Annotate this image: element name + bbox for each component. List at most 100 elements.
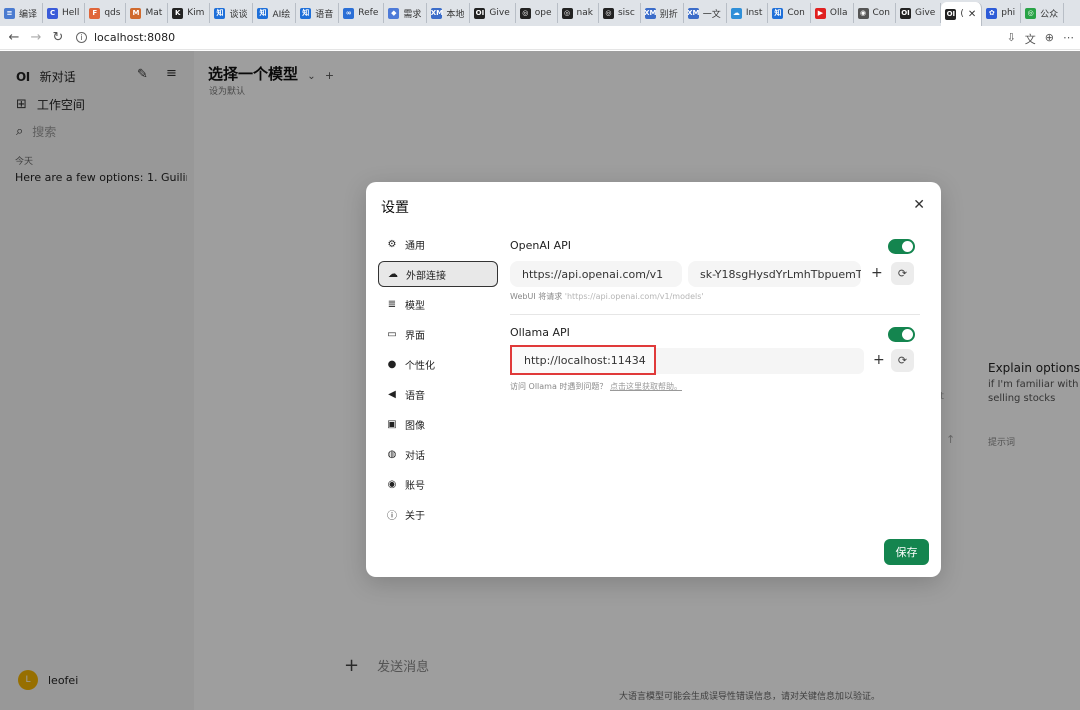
settings-menu-item[interactable]: ☁ 外部连接 (378, 261, 498, 287)
browser-actions: ⇩ 文 ⊕ ⋯ (1007, 31, 1074, 47)
cloud-icon: ☁ (388, 268, 398, 280)
tab-label: 需求 (403, 9, 422, 20)
zoom-icon[interactable]: ⊕ (1045, 31, 1054, 47)
browser-tab[interactable]: 知 Con (768, 3, 811, 23)
tab-favicon-icon: ◎ (561, 7, 573, 19)
settings-menu-item[interactable]: ▭ 界面 (378, 321, 498, 347)
browser-tab[interactable]: ☁ Inst (727, 3, 769, 23)
tab-favicon-icon: 知 (257, 7, 269, 19)
browser-tab[interactable]: XM 一文 (684, 3, 727, 23)
tab-favicon-icon: XM (644, 7, 657, 19)
tab-label: Give (489, 8, 510, 18)
settings-menu-item[interactable]: ▣ 图像 (378, 411, 498, 437)
translate-icon[interactable]: 文 (1025, 31, 1036, 47)
back-icon[interactable]: ← (6, 30, 22, 45)
ollama-base-url-input[interactable]: http://localhost:11434 (510, 345, 656, 375)
browser-tab[interactable]: K Kim (168, 3, 211, 23)
tab-label: 谈谈 (229, 9, 248, 20)
browser-tab[interactable]: ◎ sisc (599, 3, 641, 23)
tab-favicon-icon: C (47, 7, 59, 19)
add-openai-connection-button[interactable]: + (871, 265, 883, 281)
tab-label: Inst (745, 8, 763, 18)
close-tab-icon[interactable]: ✕ (968, 9, 976, 20)
ollama-hint: 访问 Ollama 时遇到问题？ 点击这里获取帮助。 (510, 381, 682, 392)
openai-api-key-input[interactable]: sk-Y18sgHysdYrLmhTbpuemT3 (688, 261, 861, 287)
tab-favicon-icon: 知 (772, 7, 784, 19)
settings-menu-label: 账号 (405, 480, 425, 492)
save-button[interactable]: 保存 (884, 539, 929, 565)
tab-label: Con (787, 8, 805, 18)
settings-menu-item[interactable]: ◍ 对话 (378, 441, 498, 467)
browser-tab[interactable]: ∞ Refe (339, 3, 385, 23)
tab-favicon-icon: OI (474, 7, 486, 19)
tab-label: AI绘 (272, 9, 291, 20)
ollama-toggle[interactable] (888, 327, 915, 342)
browser-tab[interactable]: Fqds (85, 3, 127, 23)
tab-favicon-icon: ◉ (857, 7, 869, 19)
settings-menu-item[interactable]: ⓘ 关于 (378, 501, 498, 527)
browser-tab[interactable]: OI Give (470, 3, 516, 23)
ollama-hint-prefix: 访问 Ollama 时遇到问题？ (510, 382, 608, 391)
settings-menu-label: 界面 (405, 330, 425, 342)
settings-menu-item[interactable]: ◉ 账号 (378, 471, 498, 497)
site-info-icon[interactable]: i (76, 32, 87, 43)
browser-tab[interactable]: ▶ Olla (811, 3, 854, 23)
browser-tab[interactable]: XM 本地 (427, 3, 471, 23)
reload-icon[interactable]: ↻ (50, 30, 66, 45)
extension-icon[interactable]: ⋯ (1063, 31, 1074, 47)
tab-label: 别折 (659, 9, 678, 20)
monitor-icon: ▭ (387, 328, 397, 340)
settings-menu-label: 对话 (405, 450, 425, 462)
gear-icon: ⚙ (387, 238, 397, 250)
tab-label: sisc (617, 8, 635, 18)
openai-base-url-input[interactable]: https://api.openai.com/v1 (510, 261, 682, 287)
settings-menu-item[interactable]: ⚙ 通用 (378, 231, 498, 257)
browser-tab[interactable]: M Mat (126, 3, 169, 23)
forward-icon[interactable]: → (28, 30, 44, 45)
toggle-knob (902, 329, 913, 340)
tab-favicon-icon: ☁ (730, 7, 742, 19)
tab-label: Kim (187, 8, 205, 18)
openai-section-label: OpenAI API (510, 239, 572, 252)
browser-tab[interactable]: ◎ ope (516, 3, 558, 23)
browser-tab[interactable]: XM 别折 (641, 3, 684, 23)
ollama-help-link[interactable]: 点击这里获取帮助。 (610, 382, 682, 391)
browser-tab[interactable]: ✿ phi (982, 3, 1022, 23)
tab-favicon-icon: ✿ (986, 7, 998, 19)
add-ollama-connection-button[interactable]: + (873, 352, 885, 368)
settings-menu-item[interactable]: ◀ 语音 (378, 381, 498, 407)
settings-menu-item[interactable]: ● 个性化 (378, 351, 498, 377)
refresh-icon[interactable]: ⟳ (891, 262, 914, 285)
url-text[interactable]: localhost:8080 (94, 31, 175, 44)
browser-tab[interactable]: ≡ 编译 (0, 3, 44, 23)
toggle-knob (902, 241, 913, 252)
browser-tab[interactable]: OI(✕ (941, 2, 983, 26)
ollama-section-label: Ollama API (510, 326, 570, 339)
tab-label: 编译 (19, 9, 38, 20)
tab-favicon-icon: ◎ (519, 7, 531, 19)
download-icon[interactable]: ⇩ (1007, 31, 1016, 47)
url-field[interactable]: i localhost:8080 (76, 31, 175, 44)
browser-tab[interactable]: ◆ 需求 (384, 3, 428, 23)
tab-label: phi (1001, 8, 1016, 18)
browser-tab[interactable]: ◉ Con (854, 3, 896, 23)
close-icon[interactable]: ✕ (913, 197, 925, 213)
settings-title: 设置 (381, 200, 409, 216)
tab-favicon-icon: M (130, 7, 142, 19)
settings-menu-label: 模型 (405, 300, 425, 312)
openai-toggle[interactable] (888, 239, 915, 254)
browser-tab[interactable]: 知语音 (296, 3, 340, 23)
tab-favicon-icon: ◎ (602, 7, 614, 19)
browser-tab[interactable]: C Hell (43, 3, 86, 23)
browser-tab[interactable]: ◎ 公众 (1021, 3, 1065, 23)
refresh-icon[interactable]: ⟳ (891, 349, 914, 372)
settings-menu-item[interactable]: ≣ 模型 (378, 291, 498, 317)
browser-tab[interactable]: ◎ nak (558, 3, 599, 23)
account-icon: ◉ (387, 478, 397, 490)
browser-tab[interactable]: 知 AI绘 (253, 3, 297, 23)
browser-tab[interactable]: OI Give (896, 3, 942, 23)
browser-tab[interactable]: 知谈谈 (210, 3, 254, 23)
tab-favicon-icon: ▶ (814, 7, 826, 19)
tab-label: qds (104, 8, 121, 18)
tab-label: 语音 (315, 9, 334, 20)
